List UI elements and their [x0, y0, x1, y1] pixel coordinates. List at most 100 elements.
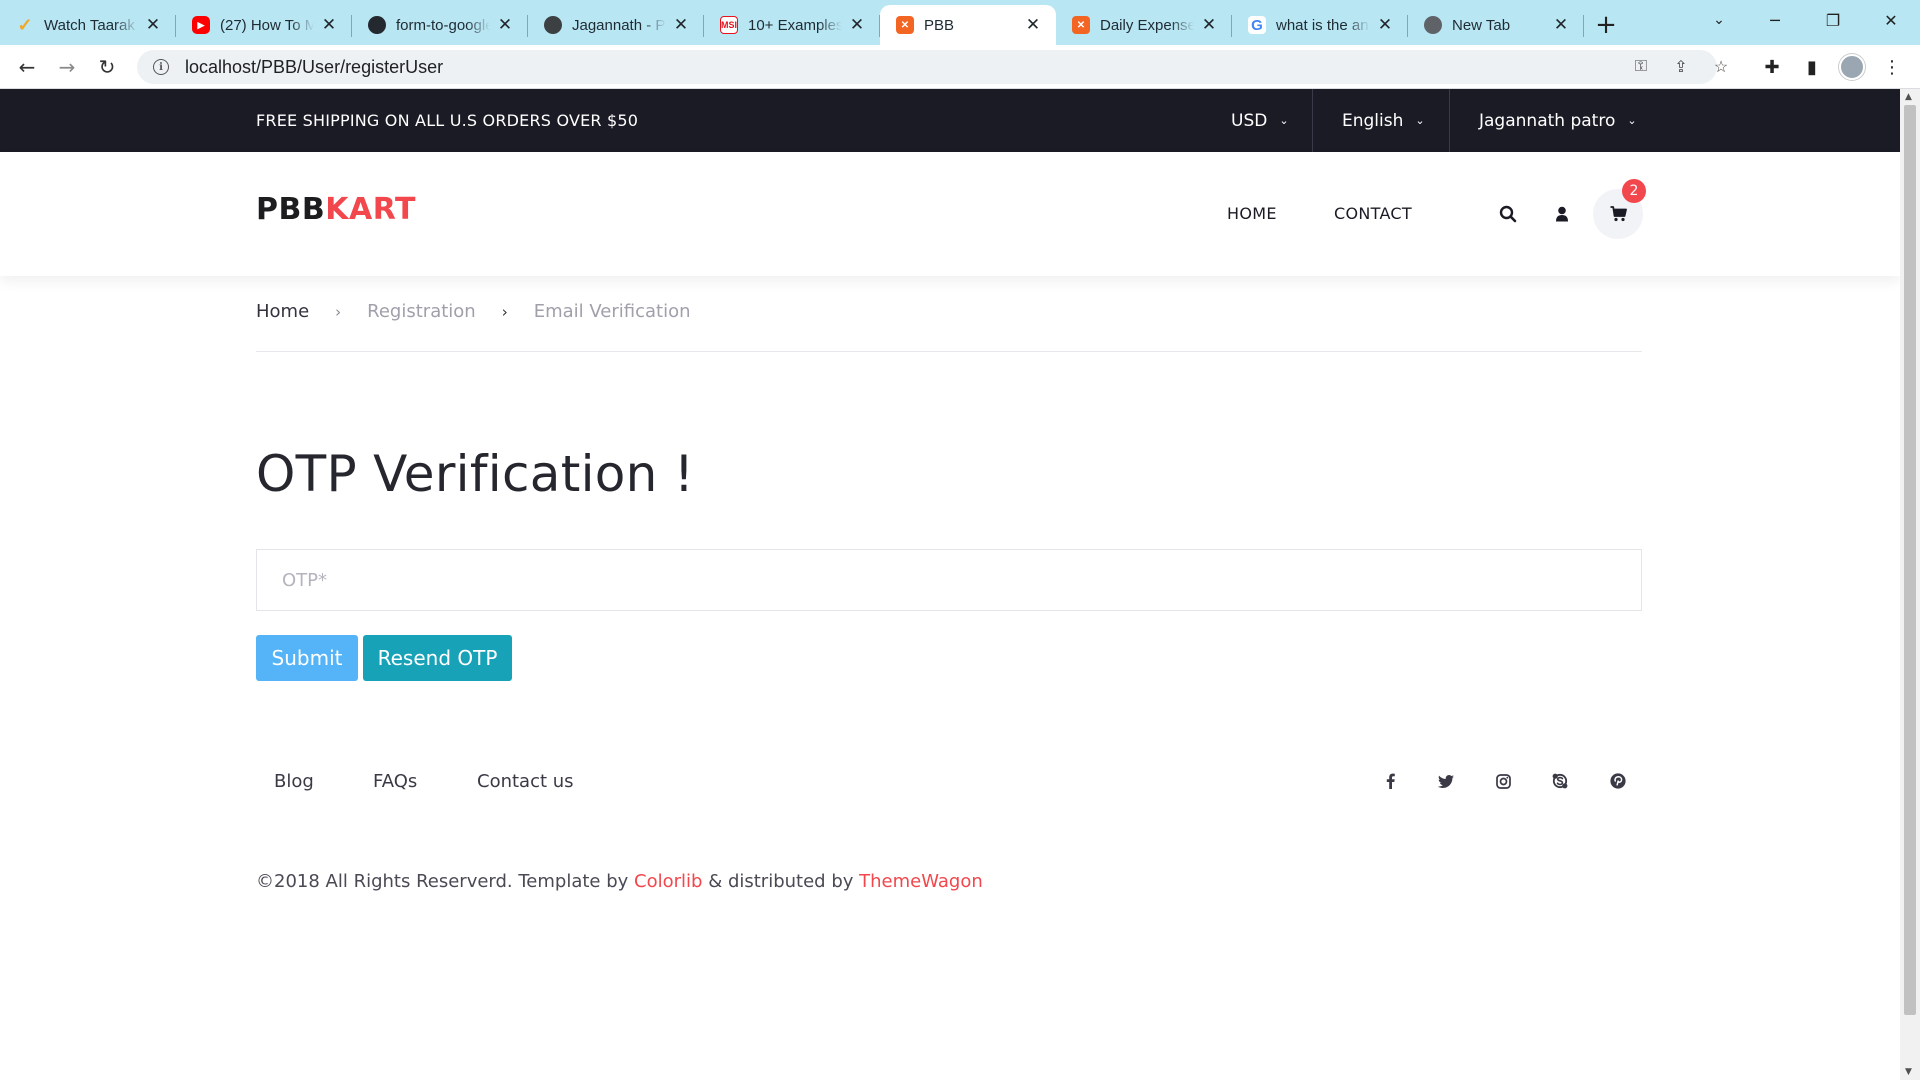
language-label: English [1342, 110, 1404, 131]
close-icon[interactable]: ✕ [320, 15, 338, 35]
chevron-down-icon: ⌄ [1627, 114, 1637, 127]
twitter-icon[interactable] [1434, 769, 1458, 793]
close-icon[interactable]: ✕ [672, 15, 690, 35]
chrome-icon [1424, 16, 1442, 34]
scrollbar-thumb[interactable] [1904, 105, 1916, 1015]
tab-title: New Tab [1452, 16, 1511, 34]
minimize-icon[interactable]: ─ [1746, 0, 1804, 40]
copyright-text: ©2018 All Rights Reserverd. Template by … [256, 871, 983, 892]
page-viewport: FREE SHIPPING ON ALL U.S ORDERS OVER $50… [0, 89, 1900, 1080]
github-icon [368, 16, 386, 34]
close-icon[interactable]: ✕ [1376, 15, 1394, 35]
otp-input[interactable] [256, 549, 1642, 611]
xampp-icon: ✕ [1072, 16, 1090, 34]
currency-dropdown[interactable]: USD ⌄ [1231, 89, 1289, 152]
menu-kebab-icon[interactable]: ⋮ [1876, 51, 1908, 83]
language-dropdown[interactable]: English ⌄ [1342, 89, 1425, 152]
scroll-up-arrow-icon[interactable]: ▲ [1905, 92, 1912, 102]
share-icon[interactable]: ⇪ [1667, 50, 1695, 84]
colorlib-link[interactable]: Colorlib [634, 871, 702, 892]
user-icon[interactable] [1548, 200, 1576, 228]
cart-count-badge: 2 [1622, 179, 1646, 203]
currency-label: USD [1231, 110, 1268, 131]
back-arrow-icon[interactable]: ← [11, 51, 43, 83]
tab-title: Jagannath - Portfolio [572, 16, 666, 34]
chevron-down-icon: ⌄ [1415, 114, 1425, 127]
user-dropdown[interactable]: Jagannath patro ⌄ [1479, 89, 1637, 152]
site-header: PBBKART HOME CONTACT 2 [0, 152, 1900, 276]
close-icon[interactable]: ✕ [144, 15, 162, 35]
footer-link-blog[interactable]: Blog [274, 771, 314, 792]
skype-icon[interactable] [1548, 769, 1572, 793]
profile-avatar[interactable] [1836, 51, 1868, 83]
copyright-prefix: ©2018 All Rights Reserverd. Template by [256, 871, 635, 892]
nav-home[interactable]: HOME [1227, 152, 1277, 276]
browser-tab[interactable]: ✓ Watch Taarak Mehta Ka Ooltah Chashmah … [0, 5, 176, 45]
forward-arrow-icon[interactable]: → [51, 51, 83, 83]
address-bar[interactable]: i localhost/PBB/User/registerUser ⚿ ⇪ ☆ [137, 50, 1728, 84]
pinterest-icon[interactable] [1606, 769, 1630, 793]
tab-title: form-to-google-sheets [396, 16, 490, 34]
tab-separator [1583, 15, 1584, 37]
tab-title: what is the answer [1276, 16, 1370, 34]
tab-title: PBB [924, 16, 955, 34]
google-icon: G [1248, 16, 1266, 34]
browser-tab[interactable]: ✕ Daily Expense ✕ [1056, 5, 1232, 45]
copyright-mid: & distributed by [702, 871, 860, 892]
site-logo[interactable]: PBBKART [256, 192, 416, 227]
shipping-promo: FREE SHIPPING ON ALL U.S ORDERS OVER $50 [256, 111, 639, 130]
url-text: localhost/PBB/User/registerUser [185, 56, 444, 77]
browser-tab-active[interactable]: ✕ PBB ✕ [880, 5, 1056, 45]
extensions-icon[interactable]: ✚ [1756, 51, 1788, 83]
new-tab-button[interactable]: + [1584, 5, 1628, 45]
bookmark-star-icon[interactable]: ☆ [1707, 50, 1735, 84]
tab-favicon-icon: ✓ [17, 14, 33, 35]
chevron-right-icon: › [335, 302, 342, 321]
search-icon[interactable] [1494, 200, 1522, 228]
close-icon[interactable]: ✕ [496, 15, 514, 35]
scroll-down-arrow-icon[interactable]: ▼ [1905, 1067, 1912, 1077]
top-announcement-bar: FREE SHIPPING ON ALL U.S ORDERS OVER $50… [0, 89, 1900, 152]
close-icon[interactable]: ✕ [1024, 15, 1042, 35]
breadcrumb-home[interactable]: Home [256, 301, 309, 322]
breadcrumb-registration[interactable]: Registration [367, 301, 476, 322]
window-close-icon[interactable]: ✕ [1862, 0, 1920, 40]
footer-link-contact[interactable]: Contact us [477, 771, 574, 792]
reload-icon[interactable]: ↻ [91, 51, 123, 83]
tab-title: 10+ Examples [748, 16, 842, 34]
tab-title: (27) How To Make [220, 16, 314, 34]
instagram-icon[interactable] [1491, 769, 1515, 793]
xampp-icon: ✕ [896, 16, 914, 34]
browser-tab[interactable]: G what is the answer ✕ [1232, 5, 1408, 45]
resend-otp-button[interactable]: Resend OTP [363, 635, 512, 681]
footer-link-faqs[interactable]: FAQs [373, 771, 417, 792]
close-icon[interactable]: ✕ [1552, 15, 1570, 35]
tab-search-icon[interactable]: ⌄ [1690, 0, 1748, 40]
themewagon-link[interactable]: ThemeWagon [859, 871, 983, 892]
user-name: Jagannath patro [1479, 110, 1616, 131]
page-title: OTP Verification ! [256, 445, 695, 503]
youtube-icon: ▶ [192, 16, 210, 34]
site-info-icon[interactable]: i [153, 59, 169, 75]
breadcrumb-email-verification: Email Verification [533, 301, 691, 322]
browser-tab[interactable]: MSI 10+ Examples ✕ [704, 5, 880, 45]
browser-tab[interactable]: ▶ (27) How To Make ✕ [176, 5, 352, 45]
close-icon[interactable]: ✕ [1200, 15, 1218, 35]
submit-button[interactable]: Submit [256, 635, 358, 681]
page-scrollbar[interactable]: ▲ ▼ [1900, 89, 1920, 1080]
logo-part-2: KART [325, 192, 416, 227]
browser-toolbar: ← → ↻ i localhost/PBB/User/registerUser … [0, 45, 1920, 89]
key-icon[interactable]: ⚿ [1627, 50, 1655, 84]
browser-tab[interactable]: New Tab ✕ [1408, 5, 1584, 45]
facebook-icon[interactable] [1378, 769, 1402, 793]
browser-tab[interactable]: form-to-google-sheets ✕ [352, 5, 528, 45]
browser-tab-strip: ✓ Watch Taarak Mehta Ka Ooltah Chashmah … [0, 0, 1920, 45]
restore-icon[interactable]: ❐ [1804, 0, 1862, 40]
divider [1312, 89, 1313, 152]
close-icon[interactable]: ✕ [848, 15, 866, 35]
nav-contact[interactable]: CONTACT [1334, 152, 1412, 276]
browser-tab[interactable]: Jagannath - Portfolio ✕ [528, 5, 704, 45]
globe-icon [544, 16, 562, 34]
side-panel-icon[interactable]: ▮ [1796, 51, 1828, 83]
chevron-down-icon: ⌄ [1279, 114, 1289, 127]
